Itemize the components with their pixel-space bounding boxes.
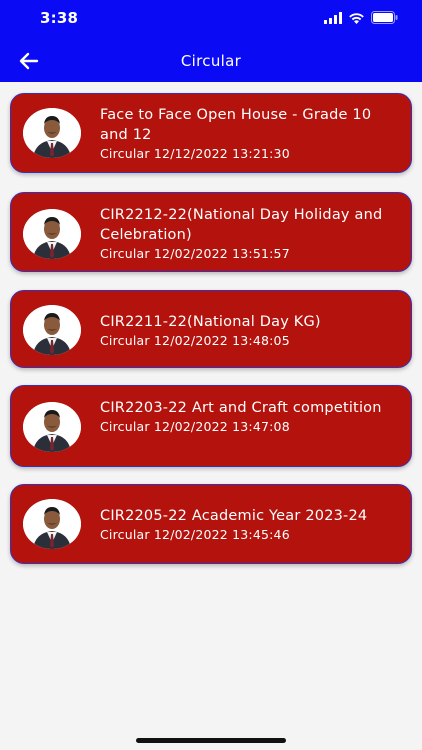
circular-card[interactable]: CIR2203-22 Art and Craft competition Cir… [10, 385, 412, 467]
person-photo-icon [23, 305, 81, 355]
circular-title: CIR2212-22(National Day Holiday and Cele… [100, 207, 383, 243]
avatar [23, 402, 81, 452]
page-title: Circular [180, 52, 242, 70]
avatar [23, 209, 81, 259]
circular-card[interactable]: CIR2211-22(National Day KG) Circular 12/… [10, 290, 412, 368]
person-photo-icon [23, 108, 81, 158]
status-bar: 3:38 [0, 0, 422, 40]
circular-date: Circular 12/12/2022 13:21:30 [100, 146, 290, 161]
person-photo-icon [23, 402, 81, 452]
status-time: 3:38 [40, 9, 79, 27]
cellular-signal-icon [324, 11, 342, 24]
avatar [23, 108, 81, 158]
circular-card[interactable]: CIR2205-22 Academic Year 2023-24 Circula… [10, 484, 412, 564]
navigation-bar: Circular [0, 40, 422, 82]
avatar [23, 305, 81, 355]
person-photo-icon [23, 499, 81, 549]
wifi-icon [349, 12, 364, 24]
home-indicator[interactable] [136, 738, 286, 743]
circular-title: CIR2211-22(National Day KG) [100, 314, 321, 330]
circular-date: Circular 12/02/2022 13:45:46 [100, 527, 290, 542]
battery-icon [371, 11, 398, 24]
circular-card[interactable]: CIR2212-22(National Day Holiday and Cele… [10, 192, 412, 272]
circular-date: Circular 12/02/2022 13:47:08 [100, 419, 290, 434]
circular-card[interactable]: Face to Face Open House - Grade 10 and 1… [10, 93, 412, 173]
circular-title: CIR2203-22 Art and Craft competition [100, 400, 382, 416]
circular-title: Face to Face Open House - Grade 10 and 1… [100, 107, 372, 143]
person-photo-icon [23, 209, 81, 259]
circular-title: CIR2205-22 Academic Year 2023-24 [100, 508, 368, 524]
circular-date: Circular 12/02/2022 13:51:57 [100, 246, 290, 261]
avatar [23, 499, 81, 549]
circular-date: Circular 12/02/2022 13:48:05 [100, 333, 290, 348]
status-icons [324, 11, 398, 24]
